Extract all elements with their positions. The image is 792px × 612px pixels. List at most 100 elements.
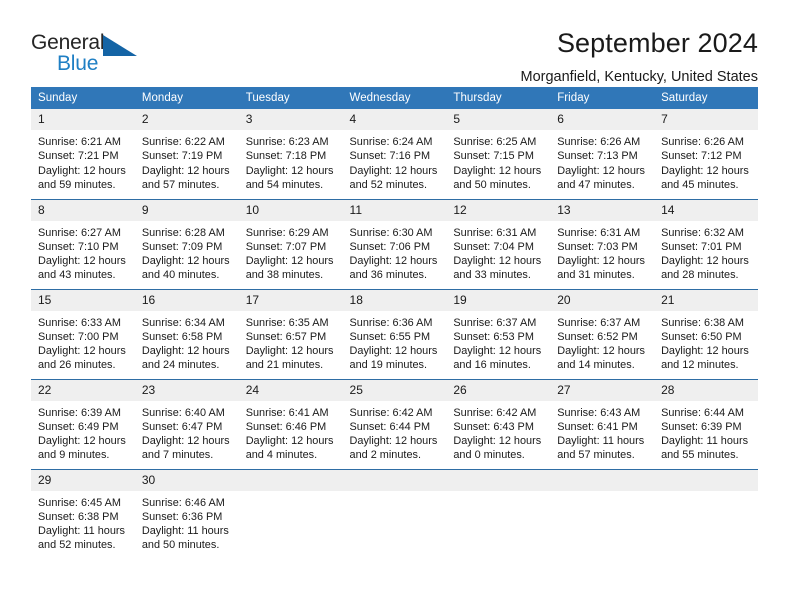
day-details: Sunrise: 6:42 AM Sunset: 6:43 PM Dayligh… (446, 401, 550, 463)
day-cell[interactable]: 13 Sunrise: 6:31 AM Sunset: 7:03 PM Dayl… (550, 198, 655, 289)
sunset-text: Sunset: 6:50 PM (661, 330, 742, 343)
day-number: 4 (342, 109, 447, 130)
calendar-page: General Blue September 2024 Morganfield,… (0, 0, 792, 612)
daylight-text-line2: and 55 minutes. (661, 449, 739, 462)
sunset-text: Sunset: 7:07 PM (245, 240, 327, 253)
page-subtitle: Morganfield, Kentucky, United States (520, 69, 759, 85)
daylight-text-line1: Daylight: 12 hours (557, 345, 645, 358)
day-details: Sunrise: 6:25 AM Sunset: 7:15 PM Dayligh… (446, 130, 550, 192)
day-cell[interactable]: 15 Sunrise: 6:33 AM Sunset: 7:00 PM Dayl… (31, 288, 135, 379)
daylight-text-line1: Daylight: 12 hours (453, 164, 542, 177)
day-number: 30 (134, 469, 239, 491)
daylight-text-line1: Daylight: 12 hours (349, 345, 438, 358)
day-cell[interactable]: 6 Sunrise: 6:26 AM Sunset: 7:13 PM Dayli… (550, 109, 655, 199)
day-details: Sunrise: 6:22 AM Sunset: 7:19 PM Dayligh… (135, 130, 239, 192)
day-cell[interactable]: 27 Sunrise: 6:43 AM Sunset: 6:41 PM Dayl… (550, 378, 655, 469)
day-cell[interactable]: 4 Sunrise: 6:24 AM Sunset: 7:16 PM Dayli… (342, 109, 447, 199)
day-cell-empty (342, 468, 447, 559)
day-cell[interactable]: 1 Sunrise: 6:21 AM Sunset: 7:21 PM Dayli… (31, 109, 135, 199)
day-cell[interactable]: 16 Sunrise: 6:34 AM Sunset: 6:58 PM Dayl… (134, 288, 239, 379)
day-cell[interactable]: 12 Sunrise: 6:31 AM Sunset: 7:04 PM Dayl… (446, 198, 551, 289)
day-cell-empty (654, 468, 758, 559)
day-cell[interactable]: 2 Sunrise: 6:22 AM Sunset: 7:19 PM Dayli… (134, 109, 239, 199)
day-cell[interactable]: 9 Sunrise: 6:28 AM Sunset: 7:09 PM Dayli… (134, 198, 239, 289)
daylight-text-line1: Daylight: 12 hours (453, 435, 542, 448)
day-cell[interactable]: 29 Sunrise: 6:45 AM Sunset: 6:38 PM Dayl… (31, 468, 135, 559)
day-cell[interactable]: 14 Sunrise: 6:32 AM Sunset: 7:01 PM Dayl… (654, 198, 758, 289)
day-details: Sunrise: 6:45 AM Sunset: 6:38 PM Dayligh… (31, 491, 135, 553)
day-cell[interactable]: 5 Sunrise: 6:25 AM Sunset: 7:15 PM Dayli… (446, 109, 551, 199)
day-cell[interactable]: 7 Sunrise: 6:26 AM Sunset: 7:12 PM Dayli… (654, 109, 758, 199)
sunset-text: Sunset: 6:57 PM (245, 330, 327, 343)
sunset-text: Sunset: 6:47 PM (141, 420, 223, 433)
sunrise-text: Sunrise: 6:40 AM (141, 406, 225, 419)
calendar-body: 1 Sunrise: 6:21 AM Sunset: 7:21 PM Dayli… (31, 109, 758, 559)
day-details: Sunrise: 6:37 AM Sunset: 6:53 PM Dayligh… (446, 311, 550, 373)
daylight-text-line1: Daylight: 12 hours (38, 345, 126, 358)
day-number: 28 (654, 379, 758, 401)
sunrise-sunset-calendar: Sunday Monday Tuesday Wednesday Thursday… (31, 87, 758, 559)
daylight-text-line1: Daylight: 12 hours (38, 255, 126, 268)
day-cell[interactable]: 19 Sunrise: 6:37 AM Sunset: 6:53 PM Dayl… (446, 288, 551, 379)
day-details: Sunrise: 6:39 AM Sunset: 6:49 PM Dayligh… (31, 401, 135, 463)
sunrise-text: Sunrise: 6:41 AM (245, 406, 329, 419)
weekday-header-saturday: Saturday (654, 87, 758, 109)
day-details: Sunrise: 6:21 AM Sunset: 7:21 PM Dayligh… (31, 130, 135, 192)
sunrise-text: Sunrise: 6:39 AM (38, 406, 121, 419)
day-cell[interactable]: 8 Sunrise: 6:27 AM Sunset: 7:10 PM Dayli… (31, 198, 135, 289)
day-cell[interactable]: 22 Sunrise: 6:39 AM Sunset: 6:49 PM Dayl… (31, 378, 135, 469)
page-title: September 2024 (556, 28, 758, 58)
sunrise-text: Sunrise: 6:37 AM (453, 316, 537, 329)
daylight-text-line1: Daylight: 12 hours (245, 164, 334, 177)
day-number: 21 (654, 289, 758, 311)
daylight-text-line2: and 45 minutes. (661, 178, 739, 191)
sunrise-text: Sunrise: 6:37 AM (557, 316, 641, 329)
day-cell[interactable]: 23 Sunrise: 6:40 AM Sunset: 6:47 PM Dayl… (134, 378, 239, 469)
general-blue-logo: General Blue (31, 26, 149, 78)
day-cell[interactable]: 24 Sunrise: 6:41 AM Sunset: 6:46 PM Dayl… (238, 378, 343, 469)
daylight-text-line2: and 7 minutes. (141, 449, 214, 462)
sunset-text: Sunset: 6:46 PM (245, 420, 327, 433)
sunrise-text: Sunrise: 6:33 AM (38, 316, 121, 329)
day-number: 25 (342, 379, 447, 401)
day-cell[interactable]: 18 Sunrise: 6:36 AM Sunset: 6:55 PM Dayl… (342, 288, 447, 379)
daylight-text-line2: and 57 minutes. (141, 178, 220, 191)
day-cell[interactable]: 26 Sunrise: 6:42 AM Sunset: 6:43 PM Dayl… (446, 378, 551, 469)
sunrise-text: Sunrise: 6:23 AM (245, 136, 329, 148)
sunset-text: Sunset: 6:49 PM (38, 420, 119, 433)
daylight-text-line2: and 54 minutes. (245, 178, 324, 191)
daylight-text-line2: and 28 minutes. (661, 269, 739, 282)
sunset-text: Sunset: 6:38 PM (38, 510, 119, 523)
day-cell[interactable]: 25 Sunrise: 6:42 AM Sunset: 6:44 PM Dayl… (342, 378, 447, 469)
day-cell[interactable]: 17 Sunrise: 6:35 AM Sunset: 6:57 PM Dayl… (238, 288, 343, 379)
sunset-text: Sunset: 7:12 PM (661, 150, 742, 163)
daylight-text-line2: and 50 minutes. (141, 539, 220, 552)
day-details: Sunrise: 6:26 AM Sunset: 7:13 PM Dayligh… (550, 130, 654, 192)
daylight-text-line1: Daylight: 12 hours (349, 164, 438, 177)
day-number: 13 (550, 199, 655, 221)
day-cell[interactable]: 30 Sunrise: 6:46 AM Sunset: 6:36 PM Dayl… (134, 468, 239, 559)
sunrise-text: Sunrise: 6:25 AM (453, 136, 537, 148)
sunset-text: Sunset: 7:00 PM (38, 330, 119, 343)
day-cell[interactable]: 21 Sunrise: 6:38 AM Sunset: 6:50 PM Dayl… (654, 288, 758, 379)
sunrise-text: Sunrise: 6:26 AM (661, 136, 744, 148)
daylight-text-line2: and 33 minutes. (453, 269, 531, 282)
day-cell[interactable]: 11 Sunrise: 6:30 AM Sunset: 7:06 PM Dayl… (342, 198, 447, 289)
day-cell[interactable]: 28 Sunrise: 6:44 AM Sunset: 6:39 PM Dayl… (654, 378, 758, 469)
daylight-text-line2: and 14 minutes. (557, 359, 635, 372)
daylight-text-line2: and 16 minutes. (453, 359, 531, 372)
daylight-text-line2: and 59 minutes. (38, 178, 116, 191)
day-cell[interactable]: 20 Sunrise: 6:37 AM Sunset: 6:52 PM Dayl… (550, 288, 655, 379)
daylight-text-line2: and 21 minutes. (245, 359, 324, 372)
sunrise-text: Sunrise: 6:28 AM (141, 226, 225, 239)
day-details: Sunrise: 6:36 AM Sunset: 6:55 PM Dayligh… (343, 311, 447, 373)
daylight-text-line1: Daylight: 11 hours (557, 435, 645, 448)
day-cell[interactable]: 3 Sunrise: 6:23 AM Sunset: 7:18 PM Dayli… (238, 109, 343, 199)
day-details: Sunrise: 6:37 AM Sunset: 6:52 PM Dayligh… (550, 311, 654, 373)
sunset-text: Sunset: 6:36 PM (141, 510, 223, 523)
daylight-text-line1: Daylight: 11 hours (661, 435, 749, 448)
day-cell[interactable]: 10 Sunrise: 6:29 AM Sunset: 7:07 PM Dayl… (238, 198, 343, 289)
daylight-text-line2: and 47 minutes. (557, 178, 635, 191)
sunset-text: Sunset: 6:53 PM (453, 330, 534, 343)
daylight-text-line1: Daylight: 12 hours (557, 255, 645, 268)
